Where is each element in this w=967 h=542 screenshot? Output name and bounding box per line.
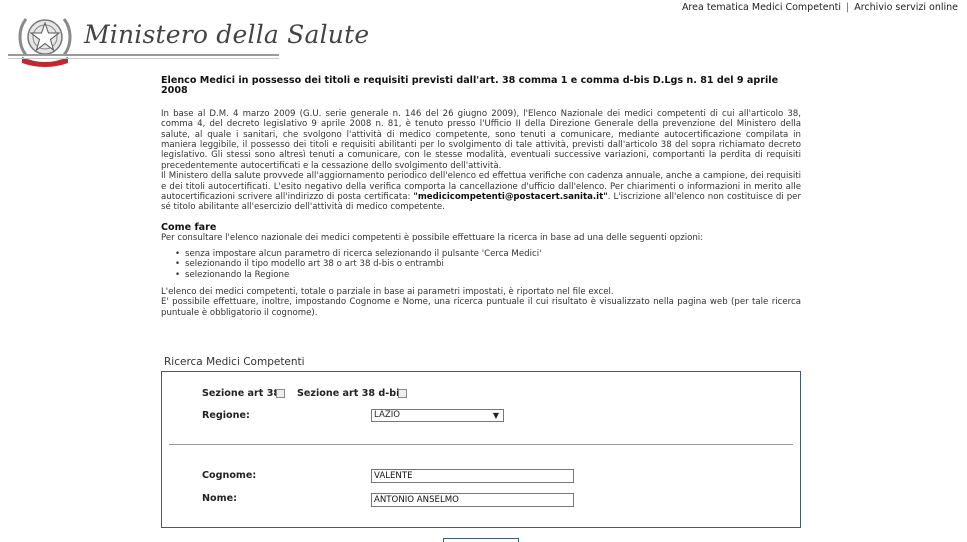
header: Ministero della Salute (0, 0, 967, 72)
header-rule (8, 54, 279, 56)
come-fare-intro: Per consultare l'elenco nazionale dei me… (161, 233, 704, 244)
list-item: senza impostare alcun parametro di ricer… (175, 249, 801, 260)
italian-republic-emblem-icon[interactable] (16, 7, 74, 69)
art38-dbis-checkbox[interactable] (398, 389, 407, 398)
search-panel: Sezione art 38 Sezione art 38 d-bis Regi… (161, 371, 801, 528)
nome-label: Nome: (202, 493, 237, 504)
page-title: Elenco Medici in possesso dei titoli e r… (161, 75, 779, 97)
art38-label: Sezione art 38 (202, 388, 281, 399)
list-item: selezionando il tipo modello art 38 o ar… (175, 259, 801, 270)
regione-select[interactable]: LAZIO ▼ (371, 409, 504, 422)
header-rule-thin (8, 58, 279, 59)
regione-selected-value: LAZIO (374, 410, 401, 420)
pec-email: "medicicompetenti@postacert.sanita.it" (413, 192, 608, 203)
search-panel-legend: Ricerca Medici Competenti (164, 356, 305, 368)
excel-paragraph: L'elenco dei medici competenti, totale o… (161, 286, 614, 297)
search-info-paragraph: E' possibile effettuare, inoltre, impost… (161, 297, 801, 318)
dropdown-arrow-icon: ▼ (492, 411, 499, 420)
cognome-label: Cognome: (202, 470, 257, 481)
ministry-title: Ministero della Salute (84, 20, 370, 49)
ministry-paragraph: Il Ministero della salute provvede all'a… (161, 171, 801, 213)
cerca-medici-button[interactable] (443, 538, 519, 542)
options-list: senza impostare alcun parametro di ricer… (175, 249, 801, 281)
cognome-input[interactable] (371, 469, 574, 483)
list-item: selezionando la Regione (175, 270, 801, 281)
nome-input[interactable] (371, 493, 574, 507)
regione-label: Regione: (202, 410, 250, 421)
art38-checkbox[interactable] (276, 389, 285, 398)
come-fare-title: Come fare (161, 221, 217, 233)
intro-paragraph: In base al D.M. 4 marzo 2009 (G.U. serie… (161, 108, 801, 171)
art38-dbis-label: Sezione art 38 d-bis (297, 388, 406, 399)
main-content: Elenco Medici in possesso dei titoli e r… (161, 75, 801, 318)
panel-divider (169, 444, 793, 445)
